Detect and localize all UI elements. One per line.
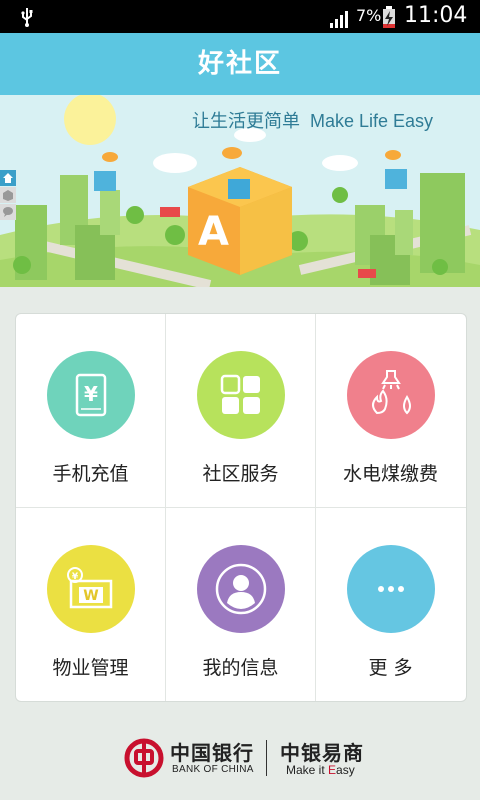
svg-text:¥: ¥ [84,382,98,406]
box-icon[interactable] [0,187,16,203]
battery-charging-icon [383,6,395,28]
banner-side-tabs [0,170,16,221]
sun-icon [64,95,116,145]
more-dots-icon [347,545,435,633]
menu-item-label: 水电煤缴费 [342,463,438,485]
footer-divider [266,740,267,776]
mobile-yuan-icon: ¥ [47,351,135,439]
tagline-suffix: asy [336,763,355,777]
property-card-icon: W ¥ [47,545,135,633]
grid-squares-icon [197,351,285,439]
slogan-cn: 让生活更简单 [192,111,300,132]
menu-item-label: 更 多 [368,657,413,679]
banner-slogan: 让生活更简单 Make Life Easy [192,107,433,133]
product-tagline: Make it Easy [286,763,355,777]
tagline-prefix: Make it [286,763,329,777]
utilities-icon [347,351,435,439]
slogan-en: Make Life Easy [310,111,434,131]
battery-percent: 7% [356,6,382,25]
app-title: 好社区 [197,49,282,79]
user-profile-icon [197,545,285,633]
usb-icon [21,8,33,27]
product-name-cn: 中银易商 [280,741,364,765]
menu-item-property-management[interactable]: W ¥ 物业管理 [16,508,165,701]
bank-name-en: BANK OF CHINA [172,764,254,775]
chat-icon[interactable] [0,204,16,220]
bank-of-china-logo-icon [124,738,164,778]
status-bar: 7% 11:04 [0,0,480,33]
menu-item-more[interactable]: 更 多 [316,508,465,701]
svg-text:A: A [198,209,229,255]
menu-item-label: 我的信息 [202,657,279,679]
home-icon[interactable] [0,170,16,186]
menu-item-label: 手机充值 [52,463,129,485]
clock: 11:04 [404,3,468,28]
menu-item-label: 物业管理 [52,657,129,679]
menu-item-mobile-topup[interactable]: ¥ 手机充值 [16,314,165,507]
menu-item-label: 社区服务 [202,463,279,485]
svg-text:W: W [83,588,98,604]
svg-text:¥: ¥ [72,572,79,582]
menu-item-utilities[interactable]: 水电煤缴费 [316,314,465,507]
signal-icon [330,11,348,28]
service-menu-grid: ¥ 手机充值 社区服务 水电煤缴费 W ¥ 物业管理 我的信息 更 多 [15,313,467,702]
tagline-highlight: E [328,763,337,777]
bank-name-cn: 中国银行 [170,741,254,765]
menu-item-my-info[interactable]: 我的信息 [166,508,315,701]
app-bar: 好社区 [0,33,480,95]
menu-item-community-service[interactable]: 社区服务 [166,314,315,507]
